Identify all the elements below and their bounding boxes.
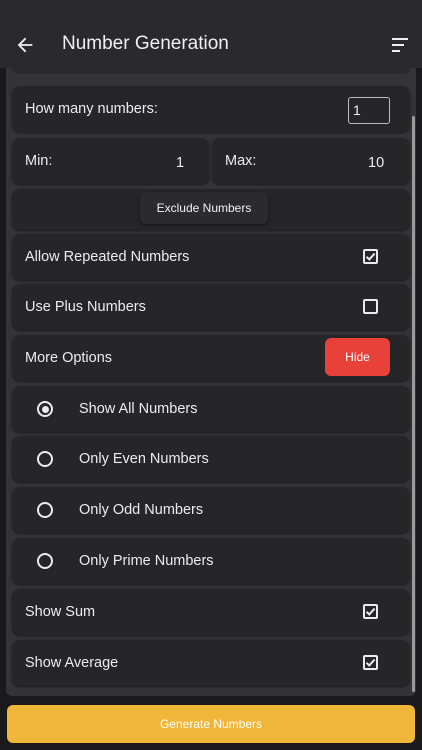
exclude-numbers-button[interactable]: Exclude Numbers [140,192,268,224]
radio-button[interactable] [37,502,53,518]
filter-option-label: Only Even Numbers [79,451,209,467]
use-plus-checkbox[interactable] [363,299,378,314]
radio-button[interactable] [37,451,53,467]
page-title: Number Generation [62,33,229,54]
radio-button-selected[interactable] [37,401,53,417]
check-icon [365,252,376,261]
how-many-label: How many numbers: [25,101,158,117]
scrollbar[interactable] [412,116,415,692]
use-plus-card[interactable]: Use Plus Numbers [12,284,410,330]
filter-option-label: Only Prime Numbers [79,553,214,569]
show-average-label: Show Average [25,655,119,671]
allow-repeated-card[interactable]: Allow Repeated Numbers [12,234,410,280]
settings-panel: How many numbers: 1 Min: 1 Max: 10 Exclu… [6,68,416,696]
min-value[interactable]: 1 [176,155,184,171]
max-value[interactable]: 10 [368,155,384,171]
filter-option-label: Only Odd Numbers [79,502,204,518]
allow-repeated-checkbox[interactable] [363,249,378,264]
collapsed-card-edge [12,68,410,74]
arrow-left-icon[interactable] [14,34,36,56]
radio-dot [41,405,49,413]
max-label: Max: [225,153,257,169]
more-options-label: More Options [25,350,113,366]
show-sum-card[interactable]: Show Sum [12,589,410,635]
filter-option-all[interactable]: Show All Numbers [12,386,410,432]
max-card: Max: 10 [212,138,410,184]
show-average-checkbox[interactable] [363,655,378,670]
show-sum-label: Show Sum [25,604,96,620]
radio-button[interactable] [37,553,53,569]
filter-option-even[interactable]: Only Even Numbers [12,436,410,482]
allow-repeated-label: Allow Repeated Numbers [25,249,190,265]
show-sum-checkbox[interactable] [363,604,378,619]
app-bar: Number Generation [0,0,422,68]
min-label: Min: [25,153,53,169]
hide-button[interactable]: Hide [325,338,390,376]
generate-numbers-button[interactable]: Generate Numbers [7,705,415,743]
min-card: Min: 1 [12,138,209,184]
check-icon [365,658,376,667]
filter-option-prime[interactable]: Only Prime Numbers [12,538,410,584]
sort-icon[interactable] [390,36,412,54]
how-many-input[interactable]: 1 [348,97,390,124]
check-icon [365,607,376,616]
use-plus-label: Use Plus Numbers [25,299,146,315]
filter-option-odd[interactable]: Only Odd Numbers [12,487,410,533]
show-average-card[interactable]: Show Average [12,640,410,686]
filter-option-label: Show All Numbers [79,401,198,417]
